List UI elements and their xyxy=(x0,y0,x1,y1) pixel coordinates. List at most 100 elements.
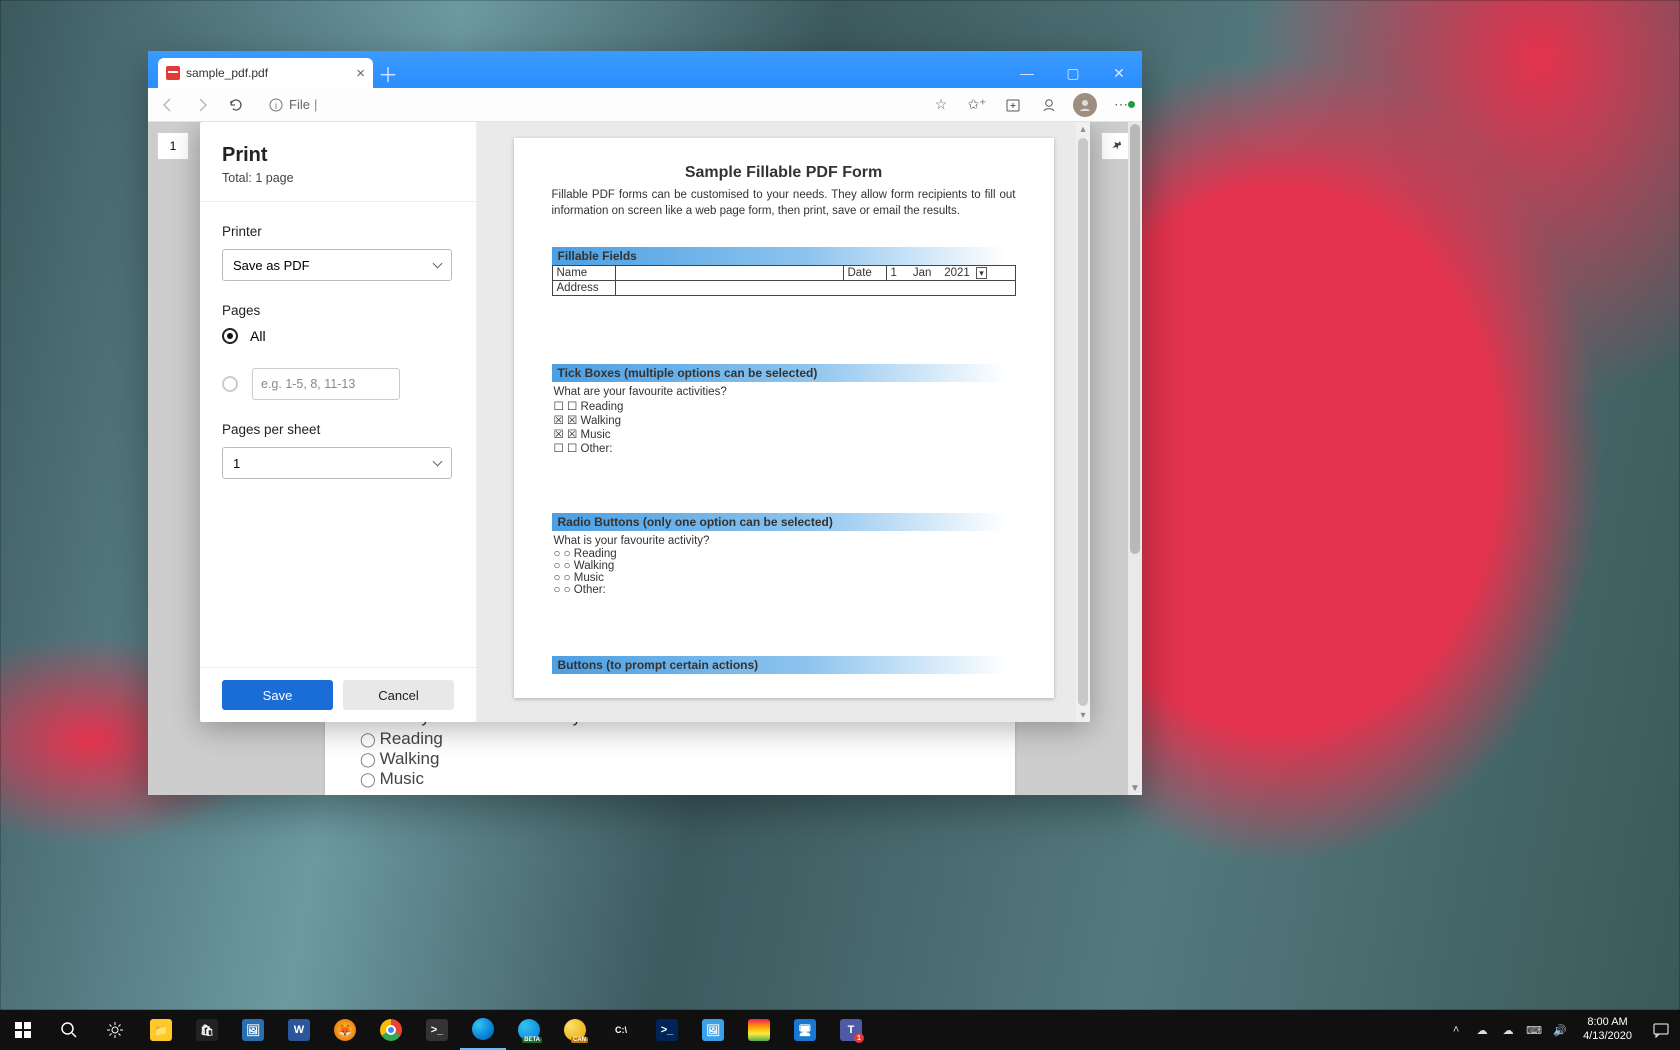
remote-desktop-icon[interactable]: 🖥 xyxy=(782,1010,828,1050)
minimize-button[interactable]: — xyxy=(1004,58,1050,88)
nav-back-button[interactable] xyxy=(156,97,180,113)
cmd-icon[interactable]: C:\ xyxy=(598,1010,644,1050)
pages-per-sheet-select[interactable]: 1 xyxy=(222,447,452,479)
onedrive2-icon[interactable]: ☁ xyxy=(1495,1024,1521,1037)
favorite-star-icon[interactable]: ☆ xyxy=(928,96,954,113)
date-dropdown-icon: ▾ xyxy=(976,267,987,279)
photos-icon[interactable]: 🖼 xyxy=(230,1010,276,1050)
printer-select[interactable]: Save as PDF xyxy=(222,249,452,281)
powershell-icon[interactable]: >_ xyxy=(644,1010,690,1050)
tick-option: ☒ Walking xyxy=(554,413,1016,427)
edge-icon[interactable] xyxy=(460,1010,506,1050)
radio-question: What is your favourite activity? xyxy=(554,535,1016,547)
radio-option: ○ Walking xyxy=(554,560,1016,572)
start-button[interactable] xyxy=(0,1010,46,1050)
tab-strip: sample_pdf.pdf × ＋ xyxy=(158,51,403,88)
scroll-thumb[interactable] xyxy=(1078,138,1088,706)
search-button[interactable] xyxy=(46,1010,92,1050)
close-window-button[interactable]: ✕ xyxy=(1096,58,1142,88)
radio-icon xyxy=(222,376,238,392)
action-center-icon[interactable] xyxy=(1642,1010,1680,1050)
info-icon: i xyxy=(269,98,283,112)
page-number-input[interactable]: 1 xyxy=(157,132,189,160)
scroll-up-icon[interactable]: ▴ xyxy=(1076,122,1090,136)
pdf-viewer: 1 What is your favourite activity? Readi… xyxy=(148,122,1142,795)
settings-more-icon[interactable]: ⋯ xyxy=(1108,96,1134,113)
url-input[interactable]: i File | xyxy=(258,91,918,119)
powertoys-icon[interactable] xyxy=(736,1010,782,1050)
address-label: Address xyxy=(552,281,615,296)
tick-option: ☐ Reading xyxy=(554,399,1016,413)
keyboard-tray-icon[interactable]: ⌨ xyxy=(1521,1024,1547,1037)
titlebar: sample_pdf.pdf × ＋ — ▢ ✕ xyxy=(148,51,1142,88)
file-explorer-icon[interactable]: 📁 xyxy=(138,1010,184,1050)
pdf-scrollbar[interactable]: ▲ ▼ xyxy=(1128,122,1142,795)
tray-chevron-icon[interactable]: ˄ xyxy=(1443,1024,1469,1036)
nav-forward-button[interactable] xyxy=(190,97,214,113)
terminal-icon[interactable]: >_ xyxy=(414,1010,460,1050)
settings-taskbar-icon[interactable] xyxy=(92,1010,138,1050)
collections-icon[interactable] xyxy=(1000,97,1026,113)
photos2-icon[interactable]: 🖼 xyxy=(690,1010,736,1050)
refresh-button[interactable] xyxy=(224,97,248,113)
pages-range-radio[interactable]: e.g. 1-5, 8, 11-13 xyxy=(222,368,454,400)
chrome-icon[interactable] xyxy=(368,1010,414,1050)
svg-text:i: i xyxy=(275,101,277,111)
printer-label: Printer xyxy=(222,224,454,239)
section-buttons: Buttons (to prompt certain actions) xyxy=(552,656,1016,674)
edge-beta-icon[interactable]: BETA xyxy=(506,1010,552,1050)
radio-options: What is your favourite activity? ○ Readi… xyxy=(554,535,1016,596)
scroll-down-icon[interactable]: ▼ xyxy=(1128,781,1142,795)
tab-sample-pdf[interactable]: sample_pdf.pdf × xyxy=(158,58,373,88)
profile-avatar[interactable] xyxy=(1072,93,1098,117)
microsoft-store-icon[interactable]: 🛍 xyxy=(184,1010,230,1050)
onedrive-icon[interactable]: ☁ xyxy=(1469,1024,1495,1037)
url-text: File xyxy=(289,97,310,112)
clock-date: 4/13/2020 xyxy=(1583,1030,1632,1044)
scroll-thumb[interactable] xyxy=(1130,124,1140,554)
edge-canary-icon[interactable]: CAN xyxy=(552,1010,598,1050)
scroll-down-icon[interactable]: ▾ xyxy=(1076,708,1090,722)
save-button[interactable]: Save xyxy=(222,680,333,710)
feedback-icon[interactable] xyxy=(1036,97,1062,113)
chevron-down-icon xyxy=(433,457,443,467)
teams-icon[interactable]: T1 xyxy=(828,1010,874,1050)
address-bar: i File | ☆ ✩⁺ ⋯ xyxy=(148,88,1142,122)
volume-icon[interactable]: 🔊 xyxy=(1547,1024,1573,1037)
radio-option: ○ Reading xyxy=(554,548,1016,560)
firefox-icon[interactable]: 🦊 xyxy=(322,1010,368,1050)
cancel-button[interactable]: Cancel xyxy=(343,680,454,710)
word-icon[interactable]: W xyxy=(276,1010,322,1050)
print-preview-panel: Sample Fillable PDF Form Fillable PDF fo… xyxy=(477,122,1090,722)
taskbar: 📁 🛍 🖼 W 🦊 >_ BETA CAN C:\ >_ 🖼 🖥 T1 ˄ ☁ … xyxy=(0,1010,1680,1050)
preview-scrollbar[interactable]: ▴ ▾ xyxy=(1076,122,1090,722)
name-label: Name xyxy=(552,266,615,281)
page-total: Total: 1 page xyxy=(222,171,454,185)
pages-range-input[interactable]: e.g. 1-5, 8, 11-13 xyxy=(252,368,400,400)
date-cell: 1 Jan 2021 ▾ xyxy=(886,266,1015,281)
tick-option: ☒ Music xyxy=(554,427,1016,441)
radio-option: ○ Music xyxy=(554,572,1016,584)
radio-icon xyxy=(222,328,238,344)
pages-all-radio[interactable]: All xyxy=(222,328,454,344)
browser-window: sample_pdf.pdf × ＋ — ▢ ✕ i File | ☆ ✩⁺ xyxy=(148,51,1142,795)
form-description: Fillable PDF forms can be customised to … xyxy=(552,188,1016,219)
form-title: Sample Fillable PDF Form xyxy=(552,164,1016,182)
new-tab-button[interactable]: ＋ xyxy=(373,58,403,88)
pdf-radio-options: Reading Walking Music xyxy=(360,729,980,789)
chevron-down-icon xyxy=(433,259,443,269)
section-radio-buttons: Radio Buttons (only one option can be se… xyxy=(552,513,1016,531)
radio-option: ○ Other: xyxy=(554,584,1016,596)
print-dialog: Print Total: 1 page Printer Save as PDF … xyxy=(200,122,1090,722)
tab-title: sample_pdf.pdf xyxy=(186,66,268,80)
url-sep: | xyxy=(314,97,317,112)
address-value-cell xyxy=(615,281,1015,296)
pdf-radio-option: Music xyxy=(360,769,980,789)
name-date-table: Name Date 1 Jan 2021 ▾ Addres xyxy=(552,265,1016,296)
date-label: Date xyxy=(843,266,886,281)
system-clock[interactable]: 8:00 AM 4/13/2020 xyxy=(1583,1016,1632,1044)
favorites-list-icon[interactable]: ✩⁺ xyxy=(964,96,990,113)
tab-close-button[interactable]: × xyxy=(356,66,365,81)
maximize-button[interactable]: ▢ xyxy=(1050,58,1096,88)
preview-page: Sample Fillable PDF Form Fillable PDF fo… xyxy=(514,138,1054,698)
